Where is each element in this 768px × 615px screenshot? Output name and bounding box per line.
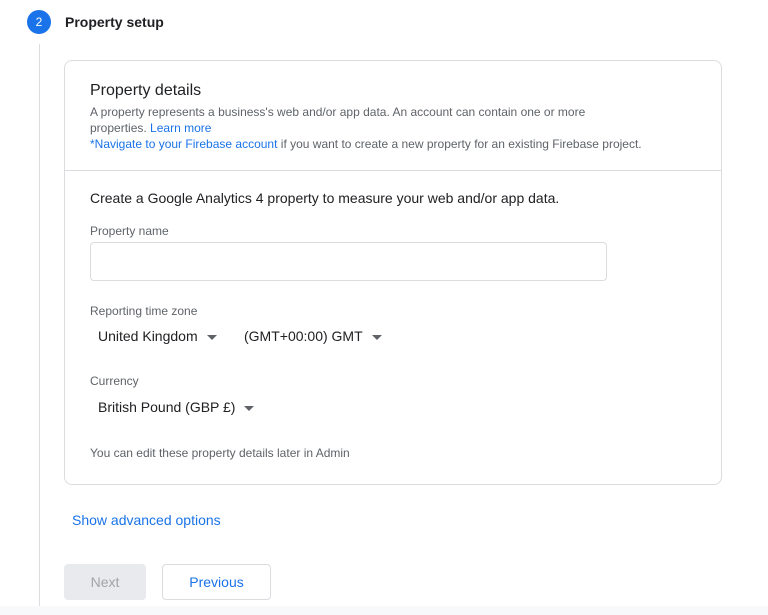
firebase-account-link[interactable]: *Navigate to your Firebase account xyxy=(90,137,277,151)
card-description: A property represents a business's web a… xyxy=(90,104,690,152)
step-number-badge: 2 xyxy=(27,10,51,34)
description-line-1: A property represents a business's web a… xyxy=(90,105,586,119)
timezone-label: Reporting time zone xyxy=(90,304,198,318)
property-name-label: Property name xyxy=(90,224,169,238)
timezone-offset-value: (GMT+00:00) GMT xyxy=(244,328,363,344)
previous-button[interactable]: Previous xyxy=(162,564,271,600)
card-title: Property details xyxy=(90,82,202,99)
timezone-offset-select[interactable]: (GMT+00:00) GMT xyxy=(244,326,382,346)
currency-label: Currency xyxy=(90,374,139,388)
dropdown-arrow-icon xyxy=(206,334,217,340)
edit-later-note: You can edit these property details late… xyxy=(90,446,350,460)
property-details-card: Property details A property represents a… xyxy=(64,60,722,485)
card-header: Property details A property represents a… xyxy=(65,61,721,171)
step-title: Property setup xyxy=(65,14,164,30)
firebase-description: if you want to create a new property for… xyxy=(277,137,642,151)
show-advanced-options-link[interactable]: Show advanced options xyxy=(72,510,221,530)
currency-value: British Pound (GBP £) xyxy=(98,399,236,415)
timezone-country-select[interactable]: United Kingdom xyxy=(98,326,217,346)
next-button[interactable]: Next xyxy=(64,564,146,600)
property-name-input[interactable] xyxy=(90,242,607,281)
dropdown-arrow-icon xyxy=(371,334,382,340)
learn-more-link[interactable]: Learn more xyxy=(150,121,211,135)
dropdown-arrow-icon xyxy=(244,405,255,411)
bottom-bar xyxy=(0,606,768,615)
form-subtitle: Create a Google Analytics 4 property to … xyxy=(90,190,560,206)
description-line-2: properties. xyxy=(90,121,147,135)
currency-select[interactable]: British Pound (GBP £) xyxy=(98,397,255,417)
timezone-country-value: United Kingdom xyxy=(98,328,198,344)
stepper-line xyxy=(39,44,40,606)
